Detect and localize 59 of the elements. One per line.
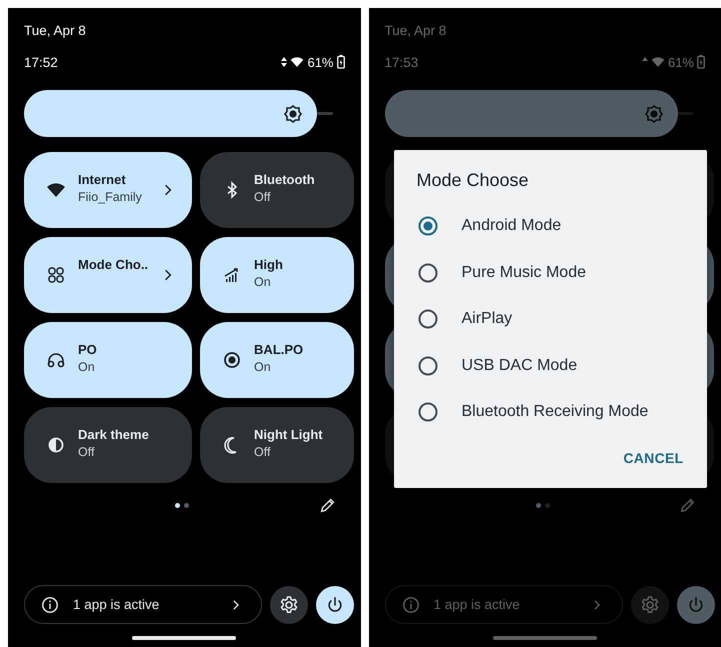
radio-icon: [222, 350, 242, 370]
pencil-icon: [679, 496, 697, 514]
battery-percentage: 61%: [307, 54, 334, 70]
pencil-icon: [318, 496, 336, 514]
tile-label: Bluetooth: [254, 172, 316, 187]
dialog-title: Mode Choose: [416, 170, 530, 191]
quick-setting-tile[interactable]: High On: [200, 237, 354, 313]
mode-option[interactable]: Pure Music Mode: [394, 250, 706, 296]
tile-label: Night Light: [254, 427, 324, 442]
tile-status: On: [254, 275, 272, 289]
date-label: Tue, Apr 8: [384, 22, 448, 40]
wifi-icon: [290, 55, 304, 69]
tile-label: High: [254, 257, 284, 272]
tile-label: Internet: [78, 172, 127, 187]
tile-status: Off: [254, 190, 272, 204]
headphones-icon: [46, 350, 66, 370]
info-icon: [41, 596, 59, 614]
cancel-button[interactable]: CANCEL: [614, 440, 692, 476]
tile-status: Off: [78, 445, 96, 459]
settings-button[interactable]: [270, 586, 308, 624]
quick-setting-tile[interactable]: Dark theme Off: [24, 407, 192, 483]
mode-option[interactable]: Bluetooth Receiving Mode: [394, 389, 706, 436]
settings-icon: [279, 594, 299, 614]
grid-icon: [46, 265, 66, 285]
power-button[interactable]: [316, 586, 354, 624]
mode-option[interactable]: Android Mode: [394, 203, 706, 250]
tile-label: Dark theme: [78, 427, 150, 442]
active-apps-button[interactable]: 1 app is active: [24, 585, 262, 624]
power-icon: [686, 596, 704, 614]
battery-percentage: 61%: [668, 54, 694, 70]
brightness-icon: [283, 104, 304, 124]
quick-setting-tile[interactable]: Internet Fiio_Family: [24, 152, 192, 228]
power-icon: [326, 596, 344, 614]
brightness-icon: [644, 104, 664, 124]
active-apps-text: 1 app is active: [434, 597, 521, 612]
tile-status: Off: [254, 445, 272, 459]
battery-charging-icon: [336, 55, 344, 69]
tile-status: On: [254, 360, 272, 374]
mode-option[interactable]: AirPlay: [394, 296, 706, 342]
battery-charging-icon: [697, 55, 705, 69]
mode-option[interactable]: USB DAC Mode: [394, 342, 706, 389]
tile-status: On: [78, 360, 96, 374]
quick-setting-tile[interactable]: Mode Cho..: [24, 237, 192, 313]
wifi-icon: [650, 55, 665, 69]
info-icon: [402, 596, 420, 614]
clock: 17:52: [24, 54, 59, 70]
quick-setting-tile[interactable]: Night Light Off: [200, 407, 354, 483]
tile-label: PO: [78, 342, 98, 357]
active-apps-text: 1 app is active: [73, 597, 160, 612]
quick-setting-tile[interactable]: PO On: [24, 322, 192, 398]
quick-setting-tile[interactable]: Bluetooth Off: [200, 152, 354, 228]
tile-label: Mode Cho..: [78, 257, 148, 272]
clock: 17:53: [384, 54, 420, 70]
contrast-icon: [46, 435, 66, 455]
tile-label: BAL.PO: [254, 342, 304, 357]
tile-status: Fiio_Family: [78, 190, 143, 204]
date-label: Tue, Apr 8: [23, 22, 87, 40]
quick-setting-tile[interactable]: BAL.PO On: [200, 322, 354, 398]
settings-icon: [640, 594, 660, 614]
